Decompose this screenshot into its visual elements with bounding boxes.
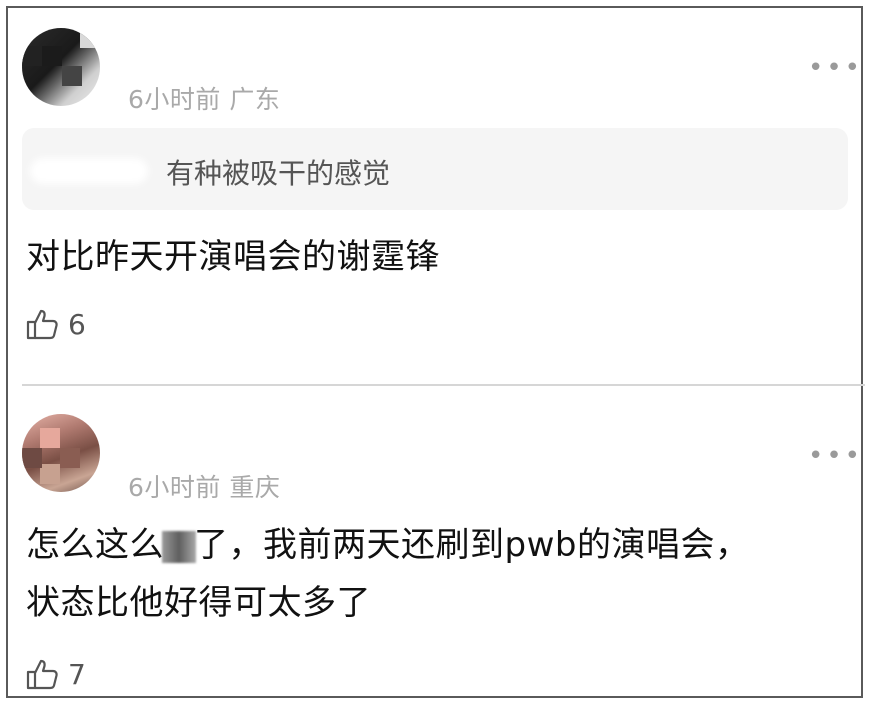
quoted-reply[interactable]: 有种被吸干的感觉 <box>22 128 848 210</box>
avatar-pixel <box>22 448 42 468</box>
avatar-pixel <box>40 464 60 484</box>
avatar[interactable] <box>22 414 100 492</box>
thumbs-up-icon <box>26 309 58 340</box>
avatar-pixel <box>42 46 62 66</box>
comment-text-part: 怎么这么 <box>26 525 164 565</box>
thumbs-up-icon <box>26 659 58 690</box>
like-button[interactable]: 6 <box>24 306 86 342</box>
comment-meta: 6小时前 广东 <box>128 85 281 114</box>
divider <box>22 384 865 386</box>
comment-text: 怎么这么 了，我前两天还刷到pwb的演唱会， <box>26 520 749 570</box>
like-button[interactable]: 7 <box>24 656 86 692</box>
avatar-pixel <box>22 46 42 66</box>
avatar-pixel <box>80 28 100 48</box>
comment-list: 6小时前 广东 ••• 有种被吸干的感觉 对比昨天开演唱会的谢霆锋 6 6小时前… <box>6 6 865 698</box>
censored-character <box>162 530 196 563</box>
comment-meta: 6小时前 重庆 <box>128 473 281 502</box>
like-count: 6 <box>68 307 86 341</box>
redacted-username <box>30 158 148 184</box>
comment-text: 对比昨天开演唱会的谢霆锋 <box>26 237 440 277</box>
avatar-pixel <box>40 428 60 448</box>
more-dots-icon[interactable]: ••• <box>808 55 863 81</box>
like-count: 7 <box>68 657 86 691</box>
avatar-pixel <box>62 66 82 86</box>
comment-text-part: 了，我前两天还刷到pwb的演唱会， <box>194 525 750 565</box>
comment-text-line2: 状态比他好得可太多了 <box>26 583 371 623</box>
avatar[interactable] <box>22 28 100 106</box>
avatar-pixel <box>60 448 80 468</box>
quoted-reply-text: 有种被吸干的感觉 <box>166 157 391 190</box>
more-dots-icon[interactable]: ••• <box>808 443 863 469</box>
